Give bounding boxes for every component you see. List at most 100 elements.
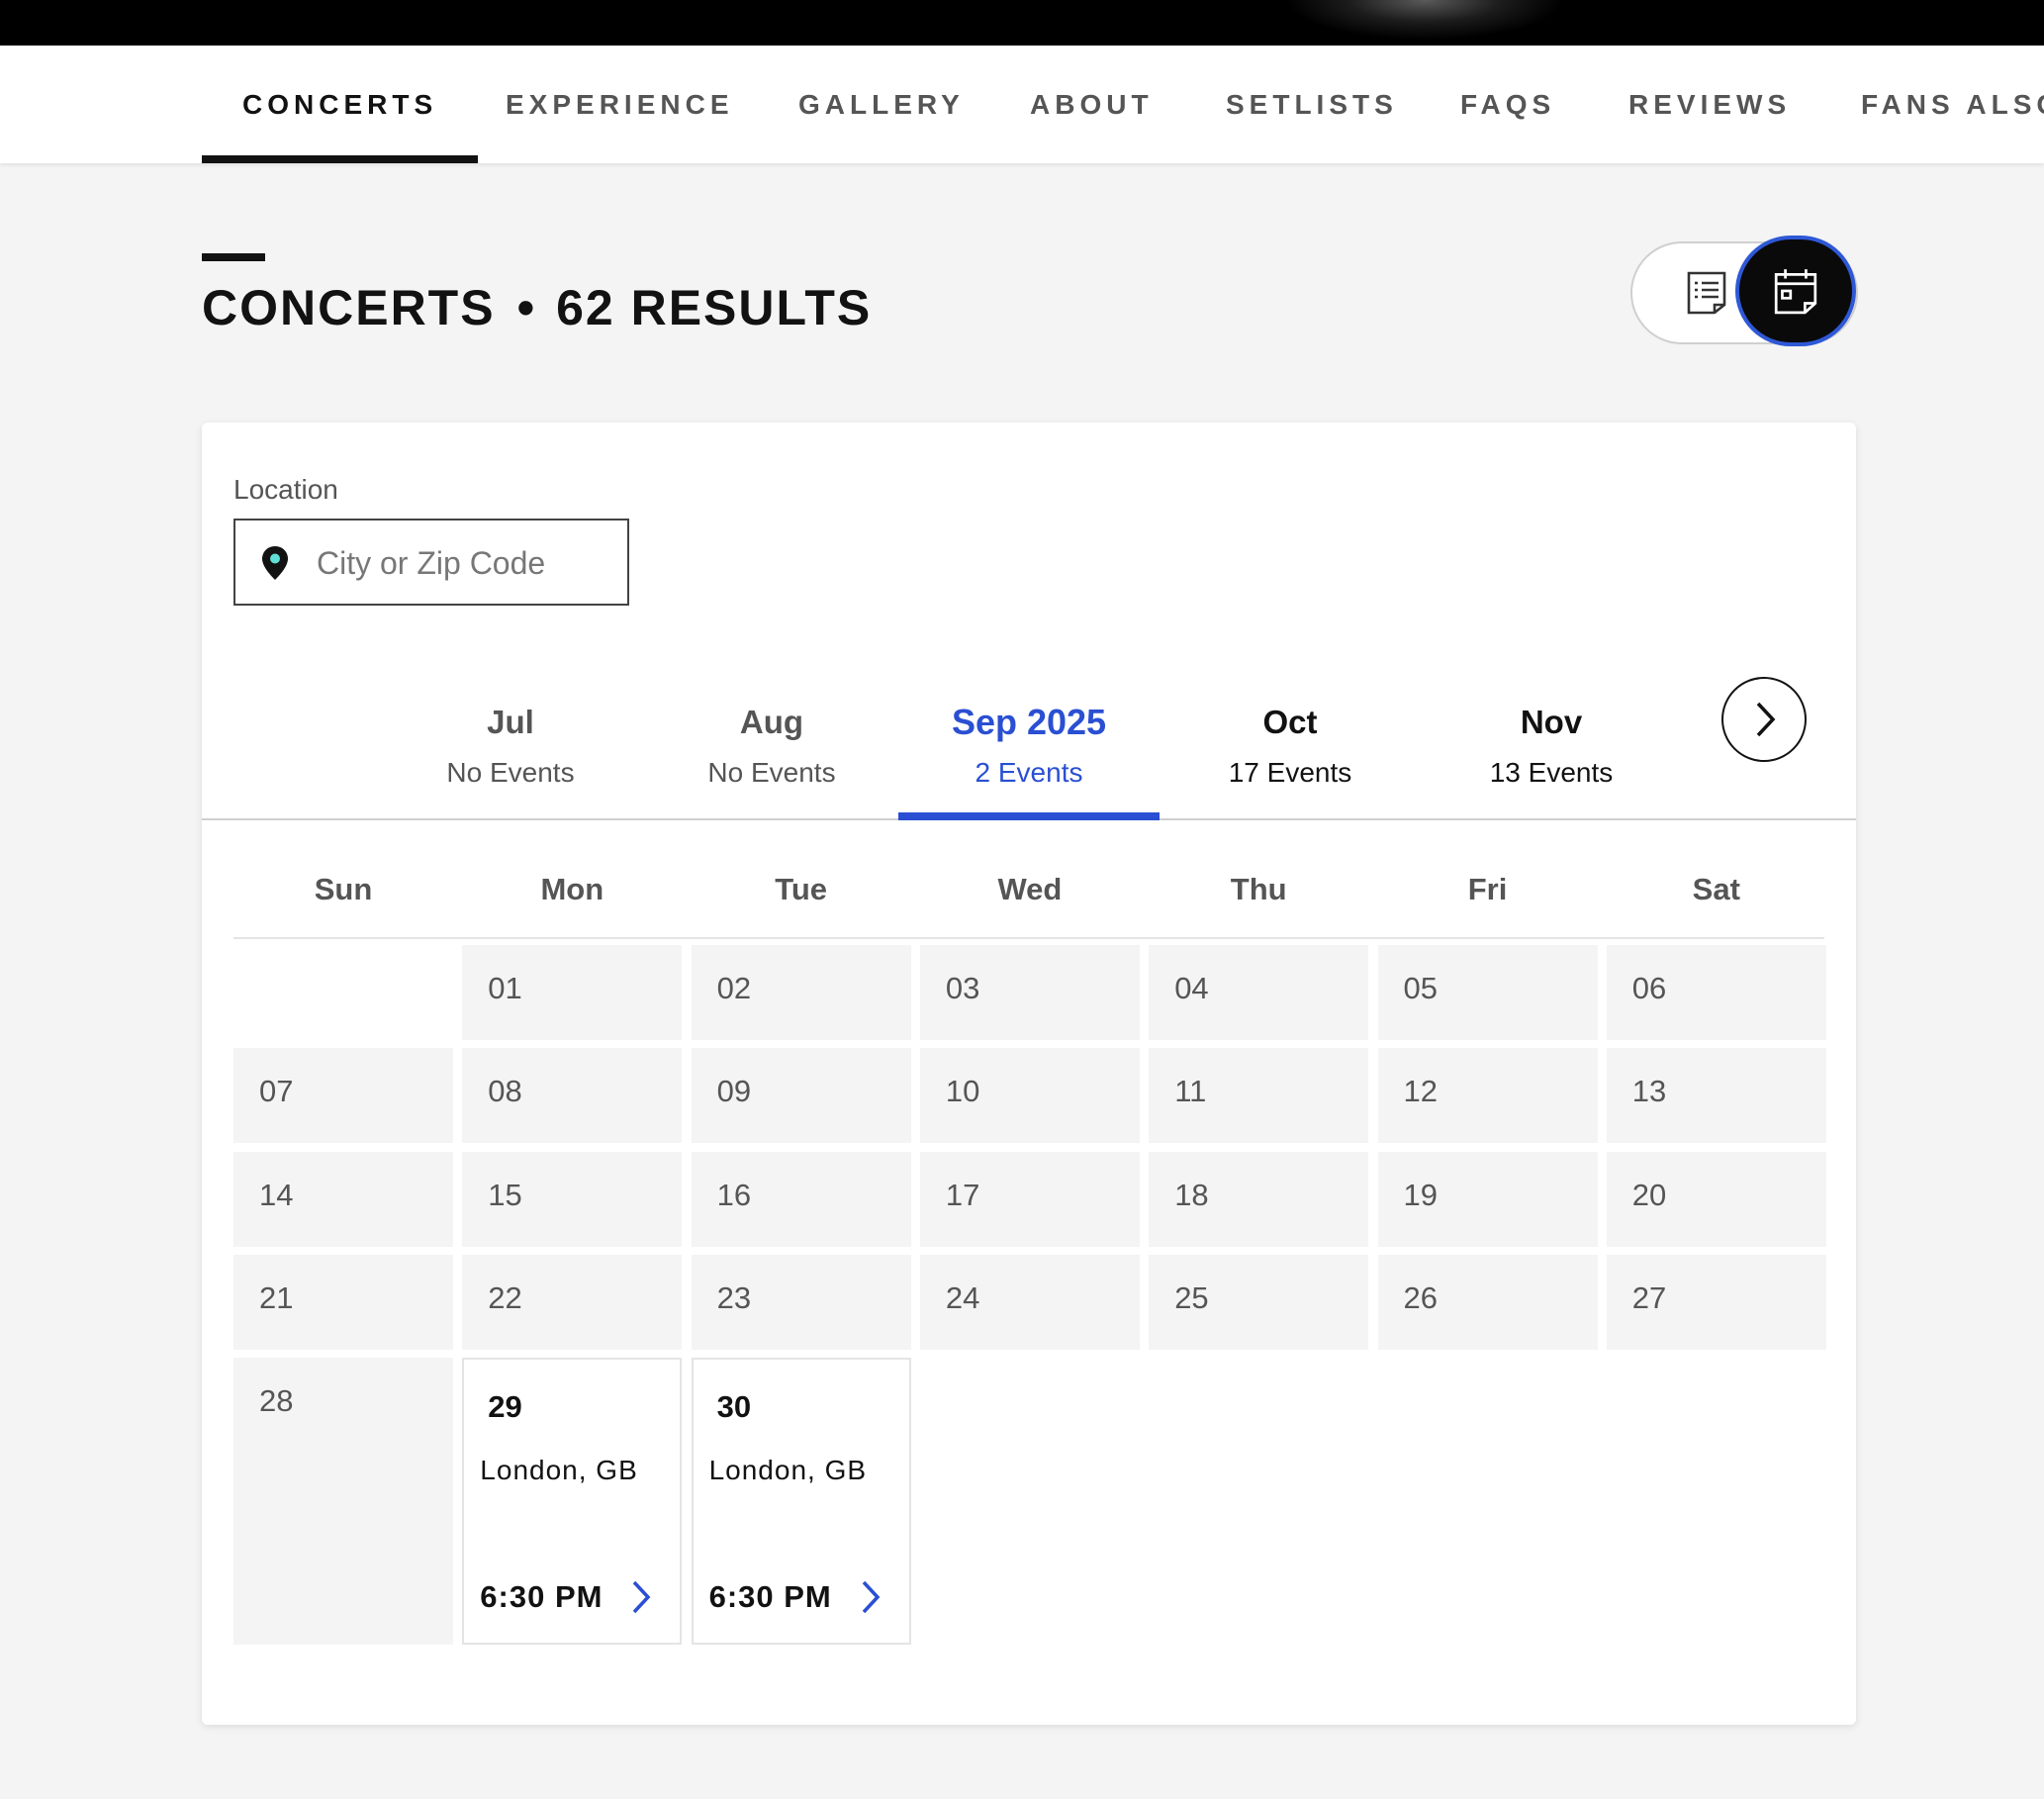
day-number: 16 [716, 1177, 752, 1212]
tab-reviews[interactable]: REVIEWS [1628, 46, 1791, 163]
page-title: CONCERTS • 62 RESULTS [202, 273, 872, 342]
chevron-right-icon[interactable] [630, 1579, 652, 1620]
event-location: London, GB [480, 1455, 638, 1486]
day-number: 04 [1174, 971, 1209, 1005]
calendar-day: 27 [1606, 1254, 1826, 1350]
calendar-day: 19 [1377, 1151, 1598, 1247]
month-event-count: 2 Events [975, 757, 1083, 788]
weekday-wed: Wed [997, 872, 1063, 906]
month-name: Jul [487, 704, 534, 740]
location-label: Location [233, 474, 338, 505]
event-time: 6:30 PM [480, 1579, 604, 1615]
calendar-day: 01 [462, 945, 683, 1040]
list-icon [1687, 271, 1726, 315]
day-number: 02 [716, 971, 752, 1005]
results-count: 62 RESULTS [556, 280, 873, 335]
calendar-day: 25 [1149, 1254, 1369, 1350]
day-number: 14 [259, 1177, 294, 1212]
page-title-text: CONCERTS [202, 280, 496, 335]
day-number: 27 [1631, 1279, 1667, 1315]
calendar-day: 17 [919, 1151, 1140, 1247]
month-name: Aug [739, 704, 804, 740]
weekday-mon: Mon [540, 872, 604, 906]
day-number: 23 [716, 1279, 752, 1315]
calendar-day: 24 [919, 1254, 1140, 1350]
calendar-card: Location Jul No Events Aug No Events Sep… [202, 423, 1856, 1725]
calendar-day: 04 [1149, 945, 1369, 1040]
day-number: 06 [1631, 971, 1667, 1005]
day-number: 30 [716, 1389, 752, 1425]
day-number: 11 [1174, 1074, 1207, 1109]
month-tab-sep[interactable]: Sep 2025 2 Events [898, 660, 1160, 820]
month-name: Sep 2025 [951, 702, 1107, 742]
tab-about[interactable]: ABOUT [1030, 46, 1154, 163]
location-pin-icon [261, 545, 289, 586]
location-field[interactable] [233, 519, 629, 606]
weekday-fri: Fri [1467, 872, 1508, 906]
tab-concerts[interactable]: CONCERTS [201, 46, 479, 163]
list-view-button[interactable] [1672, 243, 1741, 342]
calendar-view-button[interactable] [1735, 236, 1856, 346]
day-number: 07 [259, 1074, 294, 1109]
day-number: 15 [488, 1177, 522, 1212]
day-number: 05 [1403, 971, 1438, 1005]
day-number: 24 [945, 1279, 980, 1315]
month-tab-oct[interactable]: Oct 17 Events [1160, 660, 1421, 818]
calendar-day: 20 [1606, 1151, 1826, 1247]
calendar-day: 02 [691, 945, 911, 1040]
month-tab-jul[interactable]: Jul No Events [380, 660, 641, 818]
chevron-right-icon[interactable] [860, 1579, 882, 1620]
day-number: 19 [1403, 1177, 1438, 1212]
calendar-day: 08 [462, 1048, 683, 1144]
tab-faqs[interactable]: FAQS [1460, 46, 1555, 163]
calendar-day: 16 [691, 1151, 911, 1247]
event-time: 6:30 PM [708, 1579, 832, 1615]
calendar-day: 03 [919, 945, 1140, 1040]
day-number: 13 [1631, 1074, 1667, 1109]
calendar-day-event[interactable]: 30 London, GB 6:30 PM [691, 1358, 911, 1646]
calendar-grid: 01 02 03 04 05 06 07 08 09 10 11 12 13 14 15 16 17 18 19 20… [233, 945, 1826, 1648]
calendar-day: 06 [1606, 945, 1826, 1040]
tab-experience[interactable]: EXPERIENCE [506, 46, 734, 163]
title-separator: • [516, 280, 535, 335]
month-event-count: No Events [707, 757, 836, 788]
location-input[interactable] [315, 521, 615, 606]
day-number: 03 [945, 971, 980, 1005]
weekday-thu: Thu [1230, 872, 1287, 906]
hero-image-strip [0, 0, 2044, 46]
month-name: Nov [1520, 704, 1583, 740]
day-number: 21 [259, 1279, 294, 1315]
weekday-tue: Tue [775, 872, 827, 906]
day-number: 28 [259, 1383, 294, 1419]
day-number: 09 [716, 1074, 752, 1109]
tab-gallery[interactable]: GALLERY [798, 46, 965, 163]
month-event-count: 17 Events [1228, 757, 1352, 788]
tab-fans-also[interactable]: FANS ALSO [1861, 46, 2044, 163]
month-tabs: Jul No Events Aug No Events Sep 2025 2 E… [202, 660, 1856, 820]
calendar-day: 05 [1377, 945, 1598, 1040]
day-number: 29 [488, 1389, 522, 1425]
next-months-button[interactable] [1721, 677, 1807, 762]
calendar-day: 11 [1149, 1048, 1369, 1144]
calendar-day: 13 [1606, 1048, 1826, 1144]
event-location: London, GB [708, 1455, 868, 1486]
day-number: 18 [1174, 1177, 1209, 1212]
calendar-day-event[interactable]: 29 London, GB 6:30 PM [462, 1358, 683, 1646]
calendar-day: 09 [691, 1048, 911, 1144]
month-tab-aug[interactable]: Aug No Events [641, 660, 902, 818]
calendar-day: 18 [1149, 1151, 1369, 1247]
day-number: 22 [488, 1279, 522, 1315]
month-tab-nov[interactable]: Nov 13 Events [1421, 660, 1682, 818]
month-event-count: 13 Events [1489, 757, 1614, 788]
calendar-day: 12 [1377, 1048, 1598, 1144]
weekday-header: Sun Mon Tue Wed Thu Fri Sat [233, 842, 1824, 939]
calendar-day: 22 [462, 1254, 683, 1350]
month-event-count: No Events [446, 757, 575, 788]
day-number: 25 [1174, 1279, 1209, 1315]
day-number: 20 [1631, 1177, 1667, 1212]
calendar-day: 21 [233, 1254, 453, 1350]
view-toggle [1630, 236, 1858, 346]
day-number: 12 [1403, 1074, 1438, 1109]
tab-setlists[interactable]: SETLISTS [1226, 46, 1398, 163]
title-accent-bar [202, 253, 265, 261]
